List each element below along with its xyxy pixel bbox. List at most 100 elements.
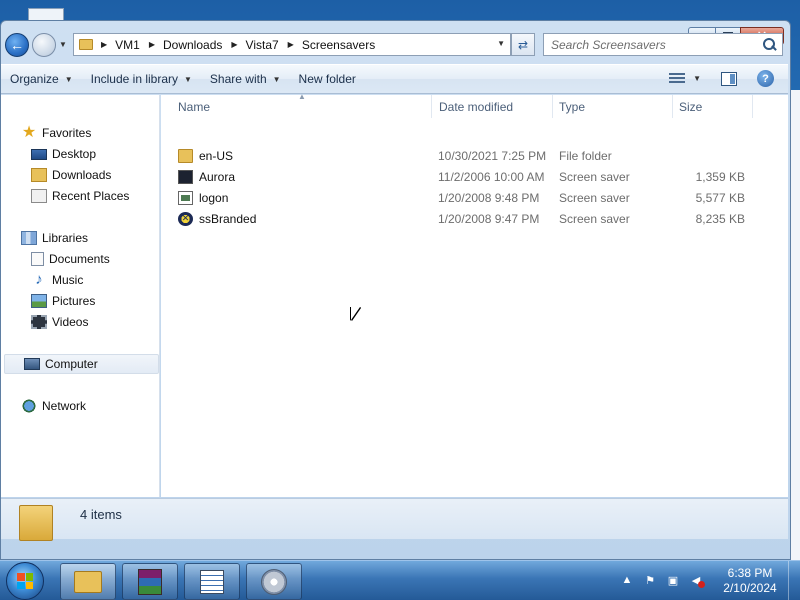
file-date: 10/30/2021 7:25 PM — [438, 148, 547, 163]
chevron-right-icon[interactable]: ▶ — [288, 40, 294, 49]
mouse-pointer-icon — [351, 307, 360, 320]
column-header: ▲ Name Date modified Type Size — [161, 92, 788, 118]
documents-icon — [31, 252, 44, 266]
address-dropdown-button[interactable]: ▼ — [497, 39, 505, 48]
action-center-flag-icon[interactable]: ⚑ — [643, 573, 657, 587]
show-hidden-icons-button[interactable]: ▲ — [620, 573, 634, 587]
file-list: ▲ Name Date modified Type Size en-US 10/… — [161, 92, 788, 497]
network-icon[interactable]: ▣ — [666, 573, 680, 587]
column-name[interactable]: Name — [172, 95, 432, 118]
file-row[interactable]: logon 1/20/2008 9:48 PM Screen saver 5,5… — [161, 187, 788, 208]
column-date-modified[interactable]: Date modified — [433, 95, 553, 118]
file-row[interactable]: ✕ ssBranded 1/20/2008 9:47 PM Screen save… — [161, 208, 788, 229]
search-box[interactable] — [543, 33, 783, 56]
search-icon[interactable] — [760, 36, 778, 54]
taskbar: ▲ ⚑ ▣ ◀ 6:38 PM 2/10/2024 — [0, 560, 800, 600]
taskbar-winrar[interactable] — [122, 563, 178, 600]
ssbranded-screensaver-icon: ✕ — [178, 211, 193, 226]
system-clock[interactable]: 6:38 PM 2/10/2024 — [718, 566, 782, 596]
nav-downloads[interactable]: Downloads — [31, 165, 111, 185]
network-globe-icon — [21, 399, 37, 413]
command-bar: Organize ▼ Include in library ▼ Share with… — [1, 64, 788, 94]
nav-pictures[interactable]: Pictures — [31, 291, 95, 311]
desktop-icon — [31, 148, 47, 160]
file-row[interactable]: Aurora 11/2/2006 10:00 AM Screen saver 1… — [161, 166, 788, 187]
help-icon[interactable]: ? — [757, 70, 774, 87]
include-in-library-menu[interactable]: Include in library ▼ — [82, 65, 201, 93]
change-view-icon[interactable] — [669, 72, 686, 85]
command-bar-right: ▼ ? — [669, 70, 774, 87]
taskbar-media-player[interactable] — [246, 563, 302, 600]
logon-screensaver-icon — [178, 190, 193, 205]
nav-music[interactable]: ♪ Music — [31, 270, 83, 290]
chevron-down-icon: ▼ — [184, 74, 192, 84]
recent-pages-dropdown[interactable]: ▼ — [59, 40, 67, 49]
windows-explorer-icon — [74, 570, 102, 593]
organize-menu[interactable]: Organize ▼ — [1, 65, 82, 93]
nav-favorites[interactable]: ★ Favorites — [21, 123, 92, 143]
pictures-icon — [31, 294, 47, 308]
chevron-right-icon[interactable]: ▶ — [101, 40, 107, 49]
back-button[interactable]: ← — [5, 33, 29, 57]
file-date: 11/2/2006 10:00 AM — [438, 169, 545, 184]
chevron-down-icon: ▼ — [64, 74, 73, 84]
search-input[interactable] — [544, 34, 760, 55]
chevron-right-icon[interactable]: ▶ — [231, 40, 237, 49]
column-type[interactable]: Type — [553, 95, 673, 118]
file-size: 8,235 KB — [695, 211, 745, 226]
file-date: 1/20/2008 9:48 PM — [438, 190, 540, 205]
share-with-menu[interactable]: Share with ▼ — [201, 65, 290, 93]
nav-computer[interactable]: Computer — [4, 354, 159, 374]
address-bar[interactable]: ▶ VM1 ▶ Downloads ▶ Vista7 ▶ Screensavers ▼ — [73, 33, 511, 56]
refresh-icon: ⇄ — [517, 37, 529, 52]
breadcrumb-downloads[interactable]: ▶ Downloads — [149, 38, 232, 52]
recent-places-icon — [31, 189, 47, 203]
file-date: 1/20/2008 9:47 PM — [438, 211, 540, 226]
start-button[interactable] — [6, 562, 44, 600]
show-desktop-button[interactable] — [788, 561, 800, 600]
file-name: en-US — [199, 148, 234, 163]
file-type: File folder — [559, 148, 612, 163]
back-arrow-icon: ← — [10, 37, 24, 53]
refresh-button[interactable]: ⇄ — [511, 33, 535, 56]
notification-area: ▲ ⚑ ▣ ◀ — [620, 573, 712, 588]
taskbar-windows-explorer[interactable] — [60, 563, 116, 600]
column-size[interactable]: Size — [673, 95, 753, 118]
nav-documents[interactable]: Documents — [31, 249, 110, 269]
breadcrumb-vm1[interactable]: ▶ VM1 — [101, 38, 149, 52]
windows-logo-icon — [17, 573, 33, 589]
aurora-screensaver-icon — [178, 169, 193, 184]
file-size: 1,359 KB — [695, 169, 745, 184]
file-type: Screen saver — [559, 169, 630, 184]
file-size — [675, 145, 745, 166]
notepad-icon — [200, 569, 224, 594]
file-type: Screen saver — [559, 190, 630, 205]
media-player-icon — [261, 568, 287, 595]
folder-icon — [178, 148, 193, 163]
navigation-pane: ★ Favorites Desktop Downloads Recent Plac… — [1, 95, 160, 497]
taskbar-notepad[interactable] — [184, 563, 240, 600]
clock-time: 6:38 PM — [727, 566, 773, 580]
file-row[interactable]: en-US 10/30/2021 7:25 PM File folder — [161, 145, 788, 166]
winrar-icon — [138, 568, 162, 595]
breadcrumb-screensavers[interactable]: ▶ Screensavers — [288, 38, 385, 52]
volume-muted-icon[interactable]: ◀ — [689, 573, 705, 588]
folder-icon — [79, 39, 93, 50]
breadcrumb-vista7[interactable]: ▶ Vista7 — [231, 38, 287, 52]
preview-pane-icon[interactable] — [721, 71, 737, 86]
nav-network[interactable]: Network — [21, 396, 86, 416]
file-name: logon — [199, 190, 229, 205]
new-folder-button[interactable]: New folder — [290, 65, 365, 93]
nav-recent-places[interactable]: Recent Places — [31, 186, 129, 206]
nav-libraries[interactable]: Libraries — [21, 228, 88, 248]
item-count: 4 items — [80, 507, 122, 522]
chevron-down-icon: ▼ — [272, 74, 281, 84]
nav-desktop[interactable]: Desktop — [31, 144, 96, 164]
libraries-icon — [21, 231, 37, 245]
star-icon: ★ — [21, 124, 37, 141]
nav-videos[interactable]: Videos — [31, 312, 88, 332]
file-size: 5,577 KB — [695, 190, 745, 205]
view-options-dropdown[interactable]: ▼ — [693, 74, 701, 83]
forward-button[interactable] — [32, 33, 56, 57]
chevron-right-icon[interactable]: ▶ — [149, 40, 155, 49]
